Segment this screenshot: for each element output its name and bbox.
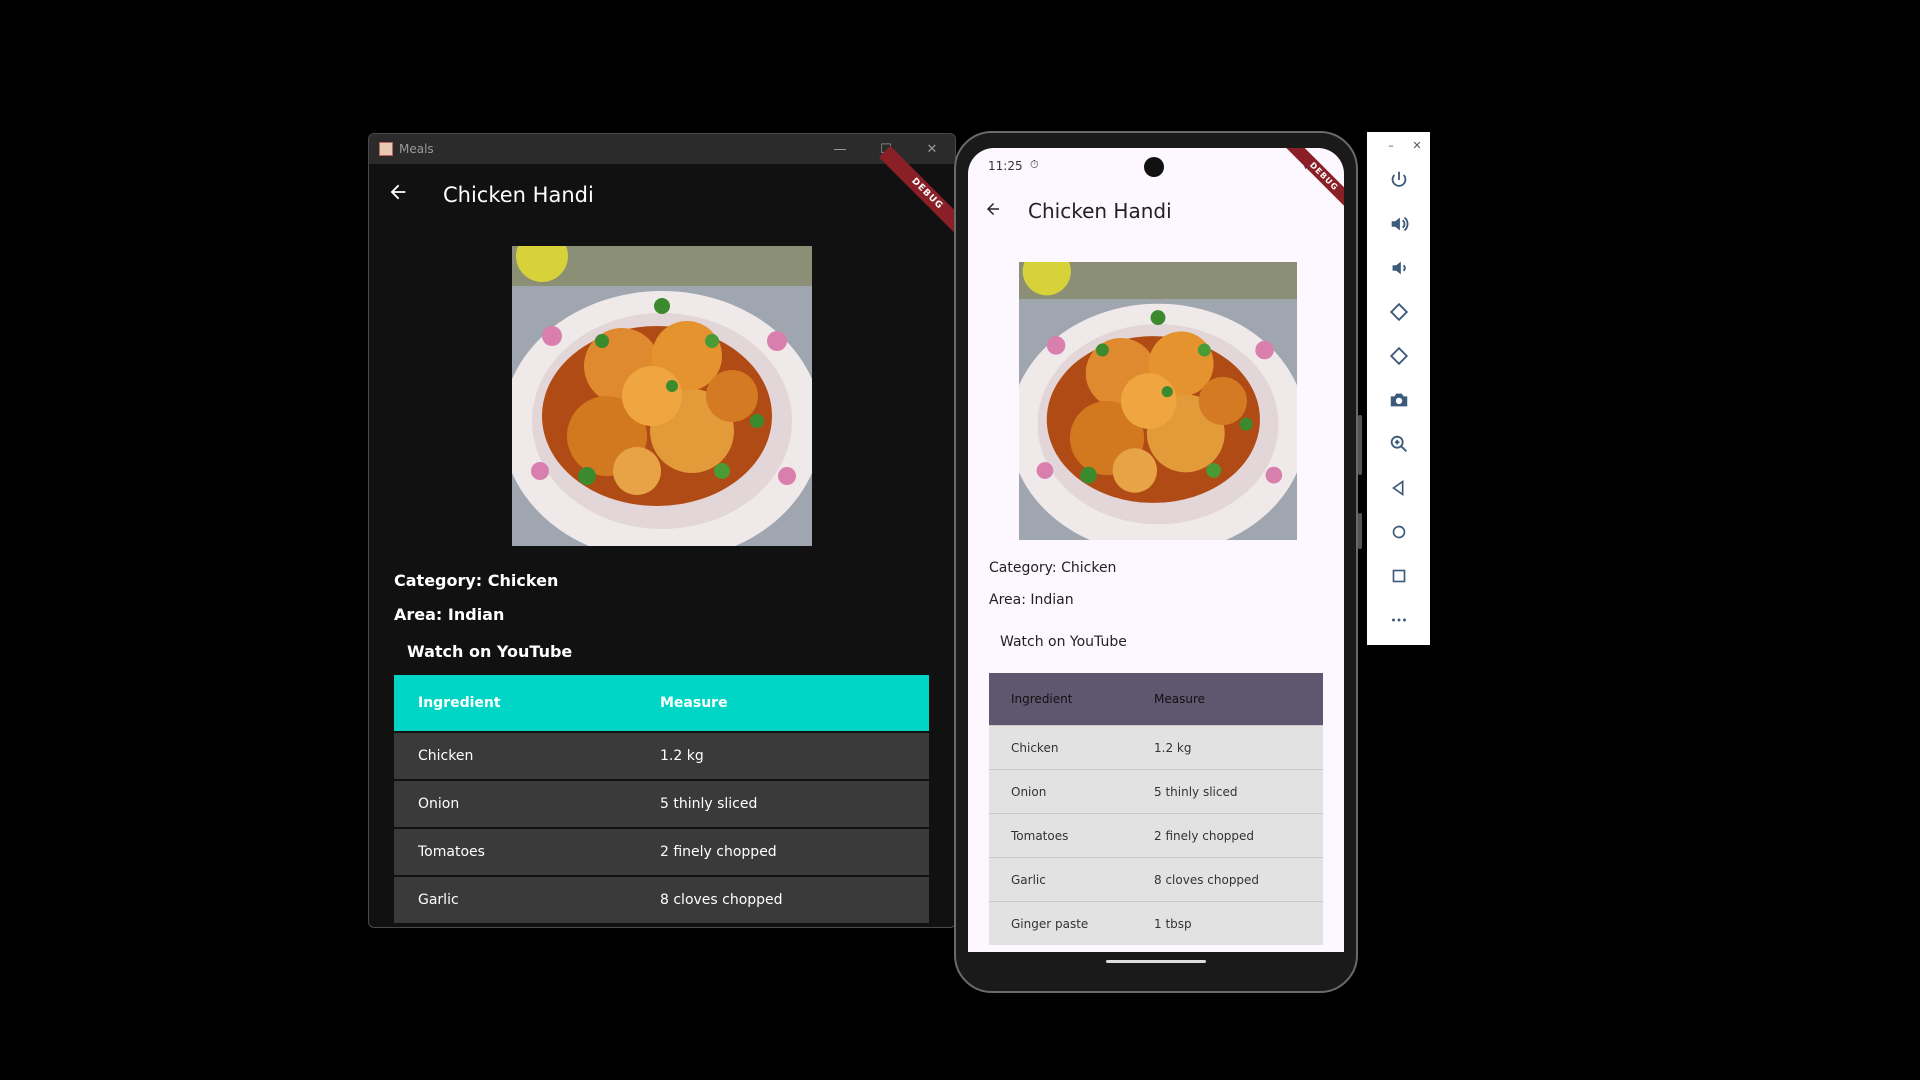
app-bar: Chicken Handi [369,164,955,226]
table-row: Onion 5 thinly sliced [989,769,1323,814]
arrow-left-icon [987,203,999,215]
area-label: Area: Indian [989,592,1074,608]
table-row: Onion 5 thinly sliced [394,779,929,828]
alarm-icon: ⏱ [1030,158,1039,171]
ingredient-cell: Tomatoes [989,813,1132,858]
back-icon [1391,479,1403,497]
rotate-right-icon [1389,346,1408,366]
volume-down-icon [1392,261,1406,275]
table-row: Garlic 8 cloves chopped [394,875,929,923]
volume-up-icon [1391,216,1408,232]
measure-cell: 1.2 kg [636,731,929,780]
screenshot-button[interactable] [1367,378,1430,422]
power-icon [1391,171,1406,187]
page-title: Chicken Handi [443,183,594,207]
phone-screen: 11:25 ⏱ ▼ DEBUG Chicken Handi [968,148,1344,952]
ingredient-cell: Ginger paste [989,901,1132,945]
measure-cell: 1 tbsp [1132,901,1323,945]
ingredient-cell: Tomatoes [394,827,636,876]
header-measure: Measure [636,675,929,732]
table-row: Ginger paste 1 tbsp [989,901,1323,945]
youtube-button[interactable]: Watch on YouTube [1000,634,1127,650]
measure-cell: 5 thinly sliced [1132,769,1323,814]
back-button[interactable] [387,181,411,209]
rotate-left-button[interactable] [1367,290,1430,334]
ingredients-table: Ingredient Measure Chicken 1.2 kg Onion … [394,675,929,923]
ingredient-cell: Onion [989,769,1132,814]
volume-rocker [1358,415,1362,475]
table-row: Tomatoes 2 finely chopped [394,827,929,876]
toolbar-minimize-button[interactable]: – [1378,139,1404,152]
app-icon [379,142,393,156]
measure-cell: 1.2 kg [1132,725,1323,770]
measure-cell: 8 cloves chopped [1132,857,1323,902]
home-icon [1392,525,1405,539]
toolbar-close-button[interactable]: ✕ [1404,139,1430,152]
more-icon [1391,618,1406,622]
arrow-left-icon [390,184,406,200]
ingredient-cell: Chicken [989,725,1132,770]
table-row: Tomatoes 2 finely chopped [989,813,1323,858]
app-bar: Chicken Handi [968,182,1344,240]
meal-image [1019,262,1297,540]
desktop-window: Meals — ☐ ✕ DEBUG Chicken Handi Category… [368,133,956,928]
header-ingredient: Ingredient [989,673,1132,726]
table-row: Chicken 1.2 kg [394,731,929,780]
nav-home-button[interactable] [1367,510,1430,554]
ingredient-cell: Chicken [394,731,636,780]
header-ingredient: Ingredient [394,675,636,732]
nav-back-button[interactable] [1367,466,1430,510]
volume-down-button[interactable] [1367,246,1430,290]
zoom-button[interactable] [1367,422,1430,466]
emulator-toolbar: – ✕ [1367,132,1430,645]
minimize-button[interactable]: — [817,134,863,164]
measure-cell: 5 thinly sliced [636,779,929,828]
ingredient-cell: Garlic [989,857,1132,902]
ingredients-table: Ingredient Measure Chicken 1.2 kg Onion … [989,673,1323,945]
category-label: Category: Chicken [394,571,559,590]
overview-icon [1392,569,1405,583]
side-button [1358,513,1362,549]
front-camera [1144,157,1164,177]
ingredient-cell: Garlic [394,875,636,923]
camera-icon [1390,393,1407,407]
table-header-row: Ingredient Measure [989,673,1323,726]
page-title: Chicken Handi [1028,199,1172,223]
power-button[interactable] [1367,158,1430,202]
table-header-row: Ingredient Measure [394,675,929,732]
rotate-right-button[interactable] [1367,334,1430,378]
zoom-icon [1390,435,1407,452]
meal-image [512,246,812,546]
back-button[interactable] [984,199,1002,223]
volume-up-button[interactable] [1367,202,1430,246]
measure-cell: 2 finely chopped [1132,813,1323,858]
window-title: Meals [399,142,434,156]
window-titlebar[interactable]: Meals — ☐ ✕ [369,134,955,164]
ingredient-cell: Onion [394,779,636,828]
phone-frame: 11:25 ⏱ ▼ DEBUG Chicken Handi [954,131,1362,993]
table-row: Chicken 1.2 kg [989,725,1323,770]
nav-overview-button[interactable] [1367,554,1430,598]
close-button[interactable]: ✕ [909,134,955,164]
rotate-left-icon [1389,302,1408,322]
header-measure: Measure [1132,673,1323,726]
toolbar-titlebar: – ✕ [1367,132,1430,158]
status-bar: 11:25 ⏱ ▼ [968,148,1344,182]
measure-cell: 2 finely chopped [636,827,929,876]
youtube-button[interactable]: Watch on YouTube [407,642,572,661]
table-row: Garlic 8 cloves chopped [989,857,1323,902]
home-indicator[interactable] [1106,960,1206,963]
area-label: Area: Indian [394,605,505,624]
more-button[interactable] [1367,598,1430,642]
measure-cell: 8 cloves chopped [636,875,929,923]
status-time: 11:25 [988,159,1023,173]
category-label: Category: Chicken [989,560,1117,576]
